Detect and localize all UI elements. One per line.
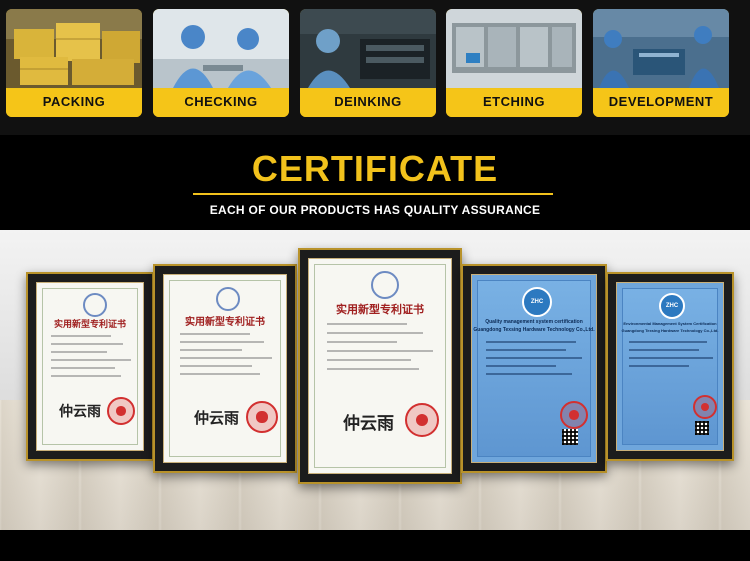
certificate-paper: 实用新型专利证书 仲云雨 — [36, 282, 144, 451]
process-label-etching: ETCHING — [446, 89, 582, 117]
qr-code-icon — [695, 421, 709, 435]
patent-emblem-icon — [83, 293, 107, 317]
development-photo — [593, 9, 729, 88]
red-seal-icon — [107, 397, 135, 425]
deinking-photo — [300, 9, 436, 88]
process-card-development: DEVELOPMENT — [593, 9, 729, 117]
certificate-paper: ZHC Quality management system certificat… — [471, 274, 597, 463]
process-label-deinking: DEINKING — [300, 89, 436, 117]
process-label-development: DEVELOPMENT — [593, 89, 729, 117]
process-row: PACKING CHECKING DEINKING ETCHING DEVELO… — [0, 0, 750, 135]
process-card-packing: PACKING — [6, 9, 142, 117]
red-seal-icon — [560, 401, 588, 429]
red-seal-icon — [246, 401, 278, 433]
checking-photo — [153, 9, 289, 88]
process-card-etching: ETCHING — [446, 9, 582, 117]
certificate-en-title: Environmental Management System Certific… — [623, 321, 717, 326]
certificate-frame-quality: ZHC Quality management system certificat… — [461, 264, 607, 473]
certificate-cn-title: 实用新型专利证书 — [336, 303, 424, 316]
patent-emblem-icon — [371, 271, 399, 299]
signature-image: 仲云雨 — [343, 414, 394, 434]
patent-emblem-icon — [216, 287, 240, 311]
certificate-frame-environment: ZHC Environmental Management System Cert… — [606, 272, 734, 461]
signature-image: 仲云雨 — [59, 404, 101, 420]
certificate-company: Guangdong Texsing Hardware Technology Co… — [473, 327, 595, 333]
bottom-band — [0, 530, 750, 561]
certificate-cn-title: 实用新型专利证书 — [185, 317, 265, 328]
certificate-en-title: Quality management system certification — [485, 319, 583, 325]
certificate-frame-patent-3: 实用新型专利证书 仲云雨 — [298, 248, 462, 484]
certificate-company: Guangdong Texsing Hardware Technology Co… — [621, 328, 719, 333]
process-label-packing: PACKING — [6, 89, 142, 117]
certificate-paper: 实用新型专利证书 仲云雨 — [163, 274, 287, 463]
certificate-underline — [193, 193, 553, 195]
certificate-cn-title: 实用新型专利证书 — [53, 320, 126, 330]
zhc-logo-icon: ZHC — [522, 287, 552, 317]
packing-photo — [6, 9, 142, 88]
red-seal-icon — [405, 403, 439, 437]
etching-photo — [446, 9, 582, 88]
certificate-frame-patent-2: 实用新型专利证书 仲云雨 — [153, 264, 297, 473]
certificate-title: CERTIFICATE — [251, 148, 499, 189]
certificate-display: 实用新型专利证书 仲云雨 实用新型专利证书 仲云雨 实用新型专利证书 仲云雨 Z… — [0, 230, 750, 561]
process-label-checking: CHECKING — [153, 89, 289, 117]
certificate-frame-patent-1: 实用新型专利证书 仲云雨 — [26, 272, 154, 461]
certificate-paper: ZHC Environmental Management System Cert… — [616, 282, 724, 451]
certificate-subtitle: EACH OF OUR PRODUCTS HAS QUALITY ASSURAN… — [209, 203, 541, 217]
process-card-deinking: DEINKING — [300, 9, 436, 117]
process-card-checking: CHECKING — [153, 9, 289, 117]
qr-code-icon — [562, 429, 578, 445]
zhc-logo-icon: ZHC — [659, 293, 685, 319]
certificate-paper: 实用新型专利证书 仲云雨 — [308, 258, 452, 474]
signature-image: 仲云雨 — [194, 409, 240, 427]
red-seal-icon — [693, 395, 717, 419]
